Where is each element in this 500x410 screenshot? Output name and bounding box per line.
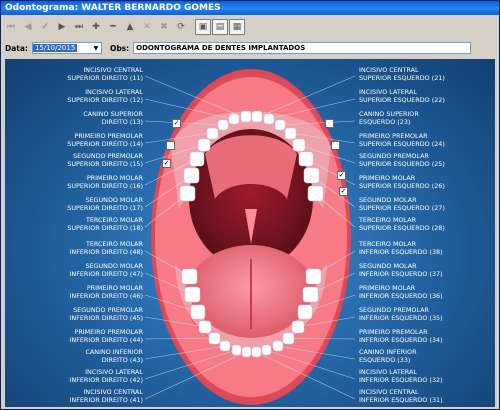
delete-button[interactable]: ✖ [156,19,172,35]
save-icon[interactable]: ▣ [195,19,211,35]
tooth-label-right-2[interactable]: Canino Superior Esquerdo (23) [359,110,419,126]
tooth-label-line2: Direito (13) [101,117,143,126]
tooth-label-line2: Inferior Direito (41) [69,395,143,404]
tooth-label-line2: Inferior Direito (42) [69,375,143,384]
date-field[interactable]: 15/10/2015 ▼ [31,42,102,54]
tooth-label-left-9[interactable]: Segundo Molar Inferior Direito (47) [69,262,143,278]
tooth-label-right-12[interactable]: Primeiro Premolar Inferior Esquerdo (34) [359,328,443,344]
tooth-label-right-11[interactable]: Segundo Premolar Inferior Esquerdo (35) [359,306,443,322]
tooth-label-line2: Superior Esquerdo (28) [359,223,445,232]
tooth-label-line2: Esquerdo (33) [359,355,411,364]
tooth-label-line2: Superior Direito (16) [67,181,143,190]
tooth-label-right-14[interactable]: Incisivo Lateral Inferior Esquerdo (32) [359,368,443,384]
tooth-label-line2: Superior Direito (12) [67,95,143,104]
prev-record-button[interactable]: ◀ [20,19,36,35]
tooth-label-line2: Superior Esquerdo (21) [359,73,445,82]
date-label: Data: [5,43,28,53]
tooth-label-line2: Superior Esquerdo (22) [359,95,445,104]
tooth-label-left-3[interactable]: Primeiro Premolar Superior Direito (14) [67,132,143,148]
tooth-label-left-5[interactable]: Primeiro Molar Superior Direito (16) [67,174,143,190]
tooth-label-line2: Superior Direito (15) [67,159,143,168]
tooth-label-line2: Superior Esquerdo (24) [359,139,445,148]
tooth-label-line2: Inferior Esquerdo (32) [359,375,443,384]
tooth-label-line2: Superior Esquerdo (26) [359,181,445,190]
tooth-label-left-8[interactable]: Terceiro Molar Inferior Direito (48) [69,240,143,256]
tooth-label-left-12[interactable]: Primeiro Premolar Inferior Direito (44) [69,328,143,344]
tooth-label-right-9[interactable]: Segundo Molar Inferior Esquerdo (37) [359,262,443,278]
tooth-checkbox-25[interactable] [331,141,340,150]
date-value: 15/10/2015 [32,44,78,52]
tooth-label-right-1[interactable]: Incisivo Lateral Superior Esquerdo (22) [359,88,445,104]
tooth-label-line2: Superior Direito (11) [67,73,143,82]
tooth-label-right-5[interactable]: Primeiro Molar Superior Esquerdo (26) [359,174,445,190]
toolbar-separator [190,19,194,35]
check-button[interactable]: ✔ [37,19,53,35]
tooth-label-line2: Inferior Esquerdo (36) [359,291,443,300]
tooth-label-line2: Superior Esquerdo (25) [359,159,445,168]
tooth-label-right-4[interactable]: Segundo Premolar Superior Esquerdo (25) [359,152,445,168]
tooth-label-line2: Inferior Esquerdo (35) [359,313,443,322]
tooth-label-line2: Inferior Esquerdo (37) [359,269,443,278]
refresh-button[interactable]: ⟳ [173,19,189,35]
tooth-label-left-6[interactable]: Segundo Molar Superior Direito (17) [67,196,143,212]
tooth-label-left-13[interactable]: Canino Inferior Direito (43) [85,348,143,364]
next-record-button[interactable]: ▶ [54,19,70,35]
tooth-checkbox-24[interactable] [325,119,334,128]
up-button[interactable]: ▲ [122,19,138,35]
tooth-label-left-7[interactable]: Terceiro Molar Superior Direito (18) [67,216,143,232]
window-title: Odontograma: WALTER BERNARDO GOMES [1,1,499,15]
tooth-label-line2: Inferior Esquerdo (31) [359,395,443,404]
toolbar: ⏮ ◀ ✔ ▶ ⏭ ✚ ━ ▲ ✕ ✖ ⟳ ▣ ▤ ▦ [3,18,245,36]
tooth-label-right-10[interactable]: Primeiro Molar Inferior Esquerdo (36) [359,284,443,300]
tooth-label-line2: Esquerdo (23) [359,117,411,126]
tooth-label-left-1[interactable]: Incisivo Lateral Superior Direito (12) [67,88,143,104]
add-button[interactable]: ✚ [88,19,104,35]
tooth-label-left-14[interactable]: Incisivo Lateral Inferior Direito (42) [69,368,143,384]
tooth-label-line2: Inferior Direito (44) [69,335,143,344]
tooth-checkbox-16[interactable]: ✓ [162,159,171,168]
chevron-down-icon[interactable]: ▼ [91,43,101,53]
tooth-label-line2: Inferior Esquerdo (34) [359,335,443,344]
tooth-label-left-0[interactable]: Incisivo Central Superior Direito (11) [67,66,143,82]
print-icon[interactable]: ▤ [212,19,228,35]
tooth-label-right-0[interactable]: Incisivo Central Superior Esquerdo (21) [359,66,445,82]
tooth-checkbox-26[interactable]: ✓ [337,171,346,180]
remove-button[interactable]: ━ [105,19,121,35]
tooth-label-line2: Inferior Esquerdo (38) [359,247,443,256]
tooth-checkbox-14[interactable]: ✓ [172,119,181,128]
tooth-label-line2: Superior Direito (17) [67,203,143,212]
odontogram-canvas: ✓ ✓ ✓ ✓ Incisivo Central Superior Direito… [5,59,495,407]
odontogram-window: Odontograma: WALTER BERNARDO GOMES ⏮ ◀ ✔… [0,0,500,410]
tooth-label-line2: Superior Esquerdo (27) [359,203,445,212]
tooth-label-line2: Direito (43) [101,355,143,364]
last-record-button[interactable]: ⏭ [71,19,87,35]
tooth-checkbox-27[interactable]: ✓ [339,187,348,196]
tooth-label-right-15[interactable]: Incisivo Central Inferior Esquerdo (31) [359,388,443,404]
obs-field[interactable]: ODONTOGRAMA DE DENTES IMPLANTADOS [133,42,472,54]
tooth-label-line2: Superior Direito (14) [67,139,143,148]
tooth-checkbox-15[interactable] [166,141,175,150]
tooth-label-line2: Inferior Direito (48) [69,247,143,256]
tooth-label-right-3[interactable]: Primeiro Premolar Superior Esquerdo (24) [359,132,445,148]
first-record-button[interactable]: ⏮ [3,19,19,35]
tooth-label-right-13[interactable]: Canino Inferior Esquerdo (33) [359,348,417,364]
tooth-label-line2: Inferior Direito (45) [69,313,143,322]
tooth-label-line2: Inferior Direito (47) [69,269,143,278]
tooth-label-left-4[interactable]: Segundo Premolar Superior Direito (15) [67,152,143,168]
tooth-label-right-6[interactable]: Segundo Molar Superior Esquerdo (27) [359,196,445,212]
tooth-label-right-8[interactable]: Terceiro Molar Inferior Esquerdo (38) [359,240,443,256]
mouth-illustration [144,69,356,405]
tooth-label-line2: Superior Direito (18) [67,223,143,232]
tooth-label-line2: Inferior Direito (46) [69,291,143,300]
obs-label: Obs: [109,43,130,53]
tooth-label-left-10[interactable]: Primeiro Molar Inferior Direito (46) [69,284,143,300]
cancel-edit-button[interactable]: ✕ [139,19,155,35]
tooth-label-left-11[interactable]: Segundo Premolar Inferior Direito (45) [69,306,143,322]
tooth-label-right-7[interactable]: Terceiro Molar Superior Esquerdo (28) [359,216,445,232]
tooth-label-left-15[interactable]: Incisivo Central Inferior Direito (41) [69,388,143,404]
form-row: Data: 15/10/2015 ▼ Obs: ODONTOGRAMA DE D… [5,41,472,55]
edit-icon[interactable]: ▦ [229,19,245,35]
tooth-label-left-2[interactable]: Canino Superior Direito (13) [83,110,143,126]
